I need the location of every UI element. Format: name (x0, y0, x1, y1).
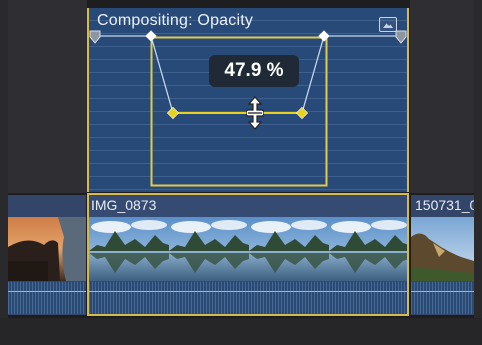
animation-editor-title: Compositing: Opacity (97, 12, 254, 29)
previous-clip-audio (8, 282, 86, 314)
opacity-value-tooltip: 47.9 % (209, 55, 299, 87)
selected-clip-name: IMG_0873 (91, 197, 157, 213)
next-clip[interactable]: 150731_0 (411, 195, 474, 315)
collapse-editor-button[interactable] (379, 17, 397, 32)
collapse-editor-icon (383, 23, 393, 28)
previous-clip[interactable] (8, 195, 86, 315)
next-clip-thumbnail (411, 217, 474, 281)
selected-clip[interactable]: IMG_0873 (87, 193, 409, 316)
next-clip-animation-area (410, 0, 474, 193)
previous-clip-animation-area (8, 0, 87, 193)
vertical-drag-cursor-icon (246, 96, 264, 130)
selected-clip-filmstrip (89, 217, 407, 281)
timeline-right-gutter (474, 0, 482, 345)
timeline-bottom-strip (0, 318, 482, 345)
next-clip-audio (411, 282, 474, 314)
previous-clip-thumbnail (8, 217, 86, 281)
timeline-left-gutter (0, 0, 8, 345)
selected-clip-audio (89, 282, 407, 314)
next-clip-name: 150731_0 (415, 197, 474, 213)
